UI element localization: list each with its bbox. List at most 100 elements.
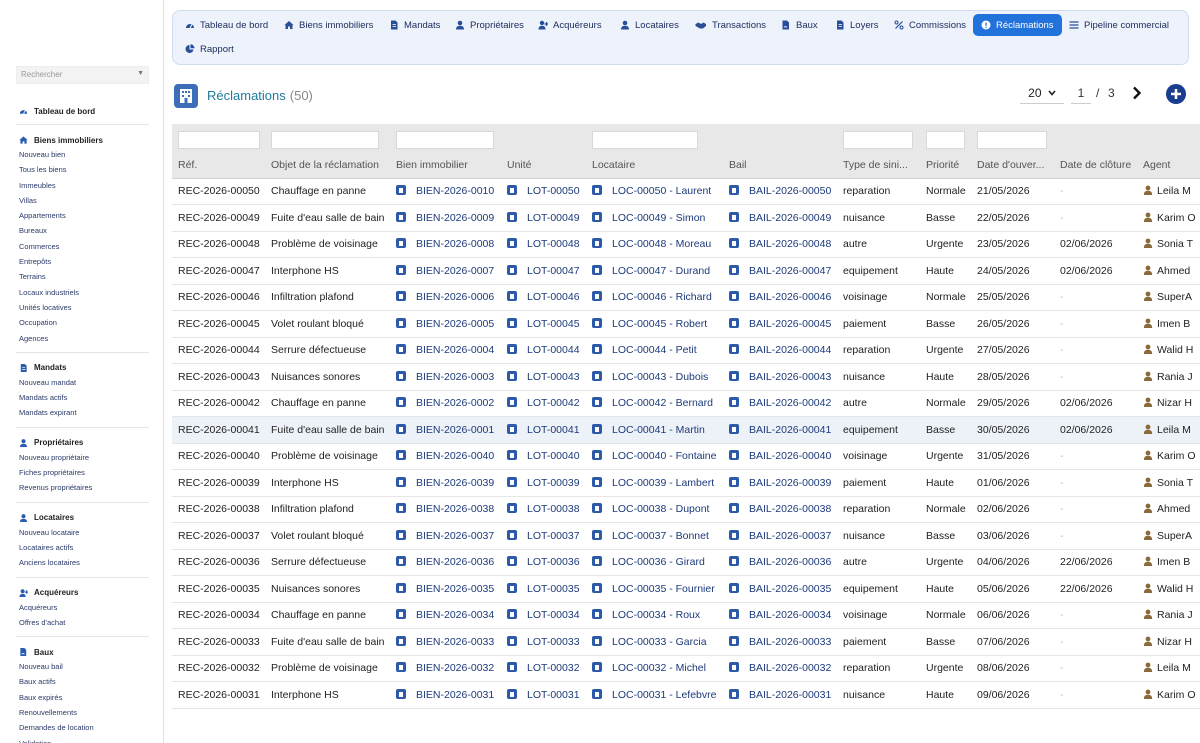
sidebar-item[interactable]: Locataires actifs xyxy=(19,540,149,555)
sidebar-item[interactable]: Validation xyxy=(19,736,149,743)
table-cell[interactable]: LOT-00047 xyxy=(501,257,586,285)
table-cell[interactable]: BAIL-2026-00048 xyxy=(723,231,837,258)
table-cell[interactable]: LOC-00048 - Moreau xyxy=(586,231,723,258)
sidebar-item[interactable]: Nouveau propriétaire xyxy=(19,450,149,465)
add-button[interactable] xyxy=(1166,84,1186,104)
table-row[interactable]: REC-2026-00044 Serrure défectueuse BIEN-20… xyxy=(172,337,1200,364)
table-cell[interactable]: BIEN-2026-0033 xyxy=(390,628,501,656)
table-cell[interactable]: LOC-00047 - Durand xyxy=(586,257,723,285)
table-cell[interactable]: LOC-00035 - Fournier xyxy=(586,575,723,603)
tab-rapport[interactable]: Rapport xyxy=(177,38,242,60)
table-row[interactable]: REC-2026-00037 Volet roulant bloqué BIEN-2… xyxy=(172,522,1200,550)
table-cell[interactable]: LOC-00037 - Bonnet xyxy=(586,522,723,550)
tab-acquereurs[interactable]: Acquéreurs xyxy=(530,14,610,36)
table-cell[interactable]: BIEN-2026-0008 xyxy=(390,231,501,258)
sidebar-search-select[interactable]: Rechercher ▼ xyxy=(16,66,149,84)
sidebar-item[interactable]: Fiches propriétaires xyxy=(19,465,149,480)
table-cell[interactable]: BIEN-2026-0040 xyxy=(390,443,501,470)
tab-tableau-de-bord[interactable]: Tableau de bord xyxy=(177,14,276,36)
table-row[interactable]: REC-2026-00041 Fuite d'eau salle de bain B… xyxy=(172,416,1200,444)
sidebar-section-header[interactable]: Acquéreurs xyxy=(19,586,149,600)
table-cell[interactable]: LOT-00040 xyxy=(501,443,586,470)
column-filter-input[interactable] xyxy=(592,130,698,149)
table-cell[interactable]: BAIL-2026-00032 xyxy=(723,655,837,682)
column-header[interactable]: Bail xyxy=(723,152,837,179)
table-cell[interactable]: BAIL-2026-00046 xyxy=(723,284,837,311)
table-cell[interactable]: LOC-00034 - Roux xyxy=(586,602,723,629)
table-row[interactable]: REC-2026-00035 Nuisances sonores BIEN-2026… xyxy=(172,575,1200,603)
sidebar-item[interactable]: Anciens locataires xyxy=(19,555,149,570)
table-cell[interactable]: BIEN-2026-0010 xyxy=(390,178,501,205)
table-row[interactable]: REC-2026-00036 Serrure défectueuse BIEN-20… xyxy=(172,549,1200,576)
column-header[interactable]: Priorité xyxy=(920,152,971,179)
table-cell[interactable]: BAIL-2026-00031 xyxy=(723,681,837,709)
table-cell[interactable]: BAIL-2026-00036 xyxy=(723,549,837,576)
sidebar-item[interactable]: Immeubles xyxy=(19,178,149,193)
column-filter-input[interactable] xyxy=(396,130,494,149)
table-cell[interactable]: LOC-00049 - Simon xyxy=(586,204,723,232)
table-cell[interactable]: BIEN-2026-0038 xyxy=(390,496,501,523)
tab-proprietaires[interactable]: Propriétaires xyxy=(447,14,532,36)
per-page-select[interactable]: 20 xyxy=(1020,86,1064,104)
table-cell[interactable]: LOC-00041 - Martin xyxy=(586,416,723,444)
table-cell[interactable]: LOT-00038 xyxy=(501,496,586,523)
sidebar-item[interactable]: Mandats expirant xyxy=(19,405,149,420)
table-row[interactable]: REC-2026-00038 Infiltration plafond BIEN-2… xyxy=(172,496,1200,523)
page-number-input[interactable]: 1 xyxy=(1071,86,1091,104)
tab-commissions[interactable]: Commissions xyxy=(886,14,974,36)
table-cell[interactable]: LOT-00046 xyxy=(501,284,586,311)
table-cell[interactable]: BIEN-2026-0031 xyxy=(390,681,501,709)
table-cell[interactable]: LOC-00031 - Lefebvre xyxy=(586,681,723,709)
sidebar-item[interactable]: Bureaux xyxy=(19,223,149,238)
table-cell[interactable]: LOT-00034 xyxy=(501,602,586,629)
table-cell[interactable]: BAIL-2026-00042 xyxy=(723,390,837,417)
sidebar-item[interactable]: Nouveau bail xyxy=(19,659,149,674)
table-cell[interactable]: BAIL-2026-00045 xyxy=(723,310,837,338)
table-cell[interactable]: BAIL-2026-00050 xyxy=(723,178,837,205)
table-cell[interactable]: LOT-00049 xyxy=(501,204,586,232)
table-cell[interactable]: LOT-00043 xyxy=(501,363,586,391)
table-cell[interactable]: BIEN-2026-0035 xyxy=(390,575,501,603)
column-header[interactable]: Réf. xyxy=(172,152,265,179)
sidebar-section-header[interactable]: Propriétaires xyxy=(19,436,149,450)
table-cell[interactable]: BIEN-2026-0007 xyxy=(390,257,501,285)
tab-pipeline-commercial[interactable]: Pipeline commercial xyxy=(1061,14,1177,36)
table-row[interactable]: REC-2026-00032 Problème de voisinage BIEN-… xyxy=(172,655,1200,682)
table-cell[interactable]: LOC-00033 - Garcia xyxy=(586,628,723,656)
sidebar-item[interactable]: Mandats actifs xyxy=(19,390,149,405)
table-row[interactable]: REC-2026-00033 Fuite d'eau salle de bain B… xyxy=(172,628,1200,656)
sidebar-item[interactable]: Villas xyxy=(19,193,149,208)
table-cell[interactable]: LOT-00050 xyxy=(501,178,586,205)
table-cell[interactable]: BIEN-2026-0037 xyxy=(390,522,501,550)
table-cell[interactable]: LOT-00042 xyxy=(501,390,586,417)
sidebar-item[interactable]: Entrepôts xyxy=(19,254,149,269)
sidebar-item[interactable]: Occupation xyxy=(19,315,149,330)
sidebar-item[interactable]: Appartements xyxy=(19,208,149,223)
table-cell[interactable]: BIEN-2026-0003 xyxy=(390,363,501,391)
sidebar-item[interactable]: Terrains xyxy=(19,269,149,284)
table-cell[interactable]: LOT-00031 xyxy=(501,681,586,709)
table-cell[interactable]: LOC-00046 - Richard xyxy=(586,284,723,311)
table-cell[interactable]: BAIL-2026-00037 xyxy=(723,522,837,550)
sidebar-item[interactable]: Unités locatives xyxy=(19,300,149,315)
table-cell[interactable]: LOT-00041 xyxy=(501,416,586,444)
sidebar-section-header[interactable]: Biens immobiliers xyxy=(19,133,149,147)
table-cell[interactable]: LOT-00035 xyxy=(501,575,586,603)
sidebar-item[interactable]: Demandes de location xyxy=(19,720,149,735)
column-filter-input[interactable] xyxy=(926,130,965,149)
sidebar-item[interactable]: Acquéreurs xyxy=(19,600,149,615)
table-row[interactable]: REC-2026-00046 Infiltration plafond BIEN-2… xyxy=(172,284,1200,311)
table-row[interactable]: REC-2026-00050 Chauffage en panne BIEN-202… xyxy=(172,178,1200,205)
sidebar-item[interactable]: Renouvellements xyxy=(19,705,149,720)
table-cell[interactable]: LOC-00050 - Laurent xyxy=(586,178,723,205)
sidebar-item[interactable]: Agences xyxy=(19,331,149,346)
next-page-button[interactable] xyxy=(1130,84,1144,102)
sidebar-item[interactable]: Commerces xyxy=(19,239,149,254)
column-filter-input[interactable] xyxy=(271,130,379,149)
tab-loyers[interactable]: Loyers xyxy=(827,14,887,36)
sidebar-section-header[interactable]: Locataires xyxy=(19,511,149,525)
table-row[interactable]: REC-2026-00049 Fuite d'eau salle de bain B… xyxy=(172,204,1200,232)
sidebar-item[interactable]: Baux expirés xyxy=(19,690,149,705)
sidebar-item[interactable]: Locaux industriels xyxy=(19,285,149,300)
column-header[interactable]: Locataire xyxy=(586,152,723,179)
